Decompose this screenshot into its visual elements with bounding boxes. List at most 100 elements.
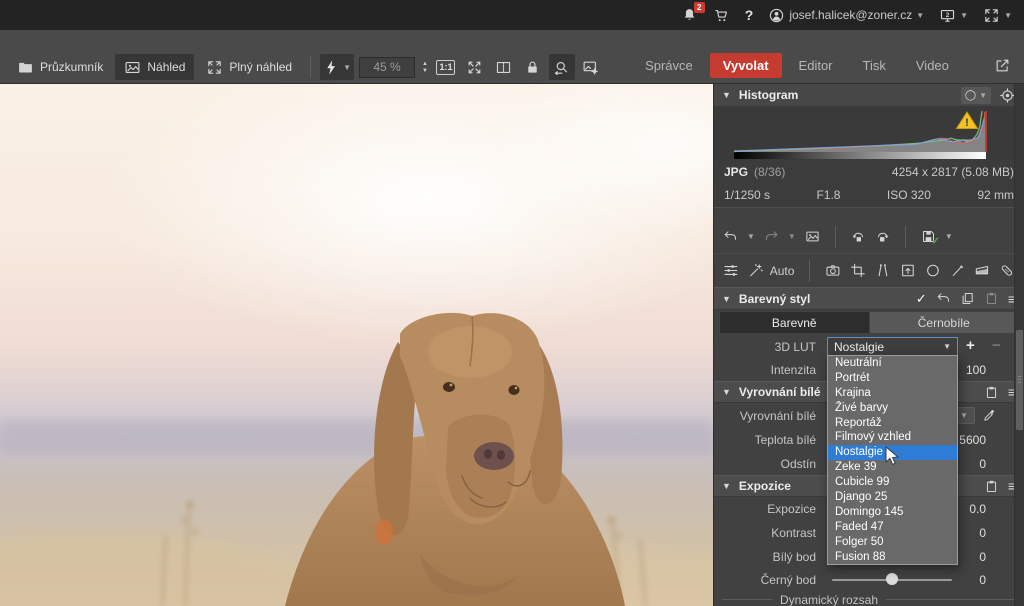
svg-text:2: 2 [946, 12, 950, 18]
add-lut-button[interactable]: + [966, 337, 975, 354]
remove-lut-button[interactable]: − [992, 337, 1001, 354]
save-button[interactable]: ✓ [921, 229, 936, 244]
lut-option[interactable]: Reportáž [828, 416, 957, 431]
intensity-value[interactable]: 100 [966, 363, 986, 377]
histogram-title: Histogram [739, 88, 798, 102]
redo-icon[interactable] [764, 229, 779, 244]
black-point-slider-handle[interactable] [886, 573, 898, 585]
eyedropper-icon[interactable] [982, 408, 997, 423]
lut-option[interactable]: Domingo 145 [828, 505, 957, 520]
original-image-icon[interactable] [805, 229, 820, 244]
collapse-caret-icon[interactable]: ▼ [722, 481, 731, 491]
preview-settings-button[interactable] [578, 54, 604, 80]
notifications-button[interactable]: 2 [681, 7, 698, 24]
lut-option[interactable]: Faded 47 [828, 520, 957, 535]
lut-option[interactable]: Folger 50 [828, 535, 957, 550]
lut-option[interactable]: Filmový vzhled [828, 430, 957, 445]
filter-brush-icon[interactable] [950, 262, 966, 279]
paste-icon[interactable] [984, 479, 999, 494]
lock-preview-button[interactable] [520, 54, 546, 80]
monitor-icon: 2 [939, 7, 956, 24]
rotate-right-icon[interactable] [875, 229, 890, 244]
tab-bw[interactable]: Černobíle [870, 312, 1019, 333]
lut-option[interactable]: Živé barvy [828, 401, 957, 416]
undo-history-dropdown[interactable]: ▼ [747, 232, 755, 241]
history-toolbar: ▼ ▼ ✓ ▼ [714, 220, 1024, 253]
module-tabs: SprávceVyvolatEditorTiskVideo [632, 53, 962, 80]
preview-button[interactable]: Náhled [115, 54, 194, 80]
auto-enhance-button[interactable]: Auto [770, 264, 795, 278]
lut-option[interactable]: Fusion 88 [828, 550, 957, 565]
undock-panel-button[interactable] [990, 52, 1016, 78]
healing-bandaid-icon[interactable] [999, 262, 1015, 279]
lut-option[interactable]: Cubicle 99 [828, 475, 957, 490]
shutter-speed: 1/1250 s [724, 188, 770, 202]
copy-icon[interactable] [960, 291, 975, 306]
full-preview-button[interactable]: Plný náhled [197, 54, 301, 80]
contrast-value[interactable]: 0 [979, 526, 986, 540]
tab-video[interactable]: Video [903, 53, 962, 78]
zoom-100-button[interactable]: 1:1 [433, 54, 459, 80]
black-point-row: Černý bod 0 [714, 568, 1024, 592]
crop-icon[interactable] [850, 262, 866, 279]
lut-option[interactable]: Krajina [828, 386, 957, 401]
histogram-source-button[interactable]: ◯▼ [961, 87, 991, 104]
collapse-caret-icon[interactable]: ▼ [722, 90, 731, 100]
tint-value[interactable]: 0 [979, 457, 986, 471]
white-point-value[interactable]: 0 [979, 550, 986, 564]
redo-history-dropdown[interactable]: ▼ [788, 232, 796, 241]
lut-label: 3D LUT [722, 340, 824, 354]
chevron-down-icon: ▼ [943, 342, 951, 351]
tab-vyvolat[interactable]: Vyvolat [710, 53, 782, 78]
tab-správce[interactable]: Správce [632, 53, 706, 78]
black-point-value[interactable]: 0 [979, 573, 986, 587]
lut-option[interactable]: Django 25 [828, 490, 957, 505]
lut-select[interactable]: Nostalgie ▼ [827, 337, 958, 356]
histogram-panel-header[interactable]: ▼ Histogram ◯▼ [714, 84, 1024, 107]
deform-frame-icon[interactable] [900, 262, 916, 279]
undo-icon[interactable] [723, 229, 738, 244]
fullscreen-menu[interactable]: ▼ [983, 7, 1012, 24]
tab-color[interactable]: Barevně [720, 312, 869, 333]
temperature-value[interactable]: 5600 [959, 433, 986, 447]
dynamic-range-divider[interactable]: Dynamický rozsah [714, 592, 1024, 606]
radial-filter-icon[interactable] [925, 262, 941, 279]
monitor-select-menu[interactable]: 2 ▼ [939, 7, 968, 24]
paste-icon[interactable] [984, 385, 999, 400]
adjustments-icon[interactable] [723, 262, 739, 279]
image-gear-icon [582, 59, 599, 76]
fit-to-screen-button[interactable] [462, 54, 488, 80]
zoom-stepper[interactable]: ▲▼ [420, 61, 430, 74]
compare-loupe-button[interactable] [549, 54, 575, 80]
histogram-plot[interactable]: ! [714, 107, 1024, 160]
quick-edits-button[interactable]: ▼ [320, 54, 354, 80]
camera-icon[interactable] [825, 262, 841, 279]
account-menu[interactable]: josef.halicek@zoner.cz ▼ [768, 7, 924, 24]
store-button[interactable] [713, 7, 730, 24]
explorer-button[interactable]: Průzkumník [8, 54, 112, 80]
straighten-icon[interactable] [875, 262, 891, 279]
zoom-level-field[interactable]: 45 % [359, 57, 415, 78]
reset-icon[interactable] [936, 291, 951, 306]
enabled-check-icon[interactable]: ✓ [916, 291, 927, 307]
split-view-button[interactable] [491, 54, 517, 80]
exposure-value[interactable]: 0.0 [969, 502, 986, 516]
rotate-left-icon[interactable] [851, 229, 866, 244]
scrollbar-thumb[interactable] [1016, 330, 1023, 430]
save-options-dropdown[interactable]: ▼ [945, 232, 953, 241]
sidebar-scrollbar[interactable] [1014, 84, 1024, 606]
tab-tisk[interactable]: Tisk [850, 53, 899, 78]
svg-text:!: ! [965, 117, 969, 129]
lut-option[interactable]: Neutrální [828, 356, 957, 371]
auto-wand-icon[interactable] [748, 262, 764, 279]
exposure-label: Expozice [722, 502, 824, 516]
lut-option[interactable]: Portrét [828, 371, 957, 386]
photo-canvas[interactable] [0, 84, 713, 606]
tab-editor[interactable]: Editor [786, 53, 846, 78]
paste-icon[interactable] [984, 291, 999, 306]
collapse-caret-icon[interactable]: ▼ [722, 387, 731, 397]
gradient-filter-icon[interactable] [974, 262, 990, 279]
color-style-panel-header[interactable]: ▼ Barevný styl ✓ ≡ [714, 287, 1024, 310]
help-button[interactable]: ? [745, 7, 754, 23]
collapse-caret-icon[interactable]: ▼ [722, 294, 731, 304]
